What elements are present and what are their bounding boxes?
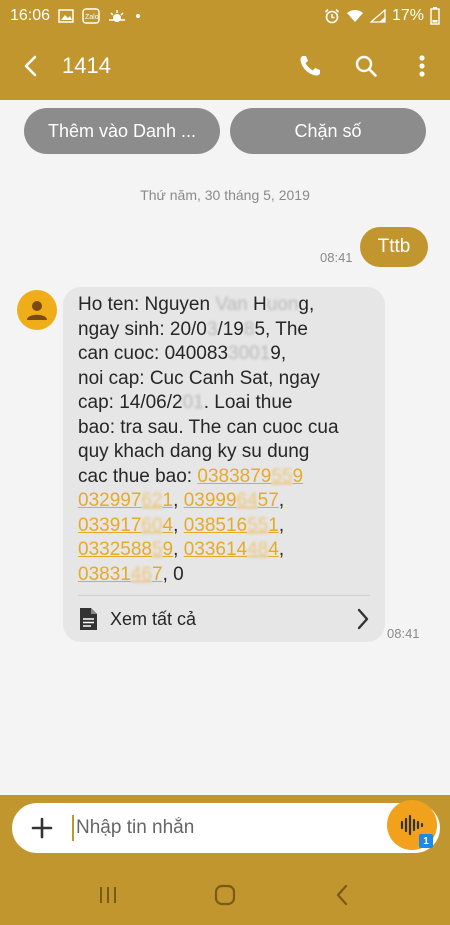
redacted-text: 3001 xyxy=(228,343,271,364)
text-part: can cuoc: 040083 xyxy=(78,343,229,364)
more-options-button[interactable] xyxy=(394,32,450,100)
see-all-label: Xem tất cả xyxy=(110,608,197,629)
status-time: 16:06 xyxy=(10,7,51,24)
status-bar: 16:06 Zalo 17% xyxy=(0,0,450,32)
search-icon xyxy=(355,55,377,77)
text-part: cac thue bao: xyxy=(78,465,198,487)
text-part: 5, The xyxy=(254,318,308,340)
phone-number-link[interactable]: 032997621 xyxy=(78,490,173,511)
document-icon xyxy=(80,608,97,630)
redacted-text: 01 xyxy=(182,392,204,413)
composer xyxy=(12,803,440,853)
redacted-text: 3 xyxy=(206,318,218,340)
text-part: H xyxy=(247,294,267,315)
chevron-right-icon xyxy=(357,608,369,630)
text-part: ngay sinh: 20/0 xyxy=(78,318,207,340)
incoming-message-text: Ho ten: Nguyen Van Huong, ngay sinh: 20/… xyxy=(78,294,339,585)
redacted-text: 8 xyxy=(243,318,255,340)
battery-percent: 17% xyxy=(391,7,424,24)
incoming-time: 08:41 xyxy=(387,626,420,641)
back-arrow-icon xyxy=(24,55,37,77)
signal-icon xyxy=(369,7,386,25)
text-part: /19 xyxy=(217,318,244,340)
outgoing-time: 08:41 xyxy=(320,250,353,265)
phone-number-link[interactable]: 033917604 xyxy=(78,515,173,536)
phone-number-link[interactable]: 0383879559 xyxy=(197,466,303,487)
text-part: , 0 xyxy=(162,563,184,585)
phone-number-link[interactable]: 038516551 xyxy=(184,515,279,536)
action-row: Thêm vào Danh ... Chặn số xyxy=(0,108,450,154)
redacted-text: Van xyxy=(215,294,248,315)
recent-apps-button[interactable] xyxy=(78,870,138,920)
attach-button[interactable] xyxy=(12,803,72,853)
recent-apps-icon xyxy=(100,887,117,903)
text-part: Ho ten: Nguyen xyxy=(78,294,216,315)
text-part: quy khach dang ky su dung xyxy=(78,441,310,462)
message-input[interactable] xyxy=(76,817,316,839)
block-number-button[interactable]: Chặn số xyxy=(230,108,426,154)
app-bar: 1414 xyxy=(0,32,450,100)
contact-avatar[interactable] xyxy=(17,290,57,330)
text-caret xyxy=(72,815,74,841)
navigation-bar xyxy=(0,865,450,925)
image-icon xyxy=(58,7,74,25)
phone-number-link[interactable]: 033258859 xyxy=(78,539,173,560)
dot-icon xyxy=(134,7,142,25)
wifi-icon xyxy=(346,7,364,25)
sim-badge: 1 xyxy=(419,834,433,848)
incoming-message[interactable]: Ho ten: Nguyen Van Huong, ngay sinh: 20/… xyxy=(63,287,385,642)
date-separator: Thứ năm, 30 tháng 5, 2019 xyxy=(140,187,310,203)
zalo-icon: Zalo xyxy=(82,7,100,25)
outgoing-message[interactable]: Tttb xyxy=(360,227,428,267)
phone-number-link[interactable]: 03831467 xyxy=(78,564,163,585)
person-icon xyxy=(27,301,47,320)
back-icon xyxy=(336,884,347,906)
back-button[interactable] xyxy=(0,32,62,100)
more-vert-icon xyxy=(419,55,425,77)
phone-number-link[interactable]: 039996457 xyxy=(184,490,279,511)
conversation-title: 1414 xyxy=(62,53,111,78)
phone-number-link[interactable]: 033614484 xyxy=(184,539,279,560)
add-contact-button[interactable]: Thêm vào Danh ... xyxy=(24,108,220,154)
divider xyxy=(78,595,370,596)
see-all-button[interactable]: Xem tất cả xyxy=(78,599,370,639)
weather-icon xyxy=(108,7,126,25)
phone-icon xyxy=(300,56,320,76)
alarm-icon xyxy=(324,7,340,25)
nav-back-button[interactable] xyxy=(312,870,372,920)
plus-icon xyxy=(31,817,53,839)
call-button[interactable] xyxy=(282,32,338,100)
battery-icon xyxy=(430,7,440,25)
text-part: cap: 14/06/2 xyxy=(78,392,183,413)
search-button[interactable] xyxy=(338,32,394,100)
home-icon xyxy=(214,884,236,906)
text-part: 9, xyxy=(270,343,287,364)
svg-text:Zalo: Zalo xyxy=(85,14,99,21)
home-button[interactable] xyxy=(195,870,255,920)
text-part: g, xyxy=(298,294,315,315)
redacted-text: uon xyxy=(266,294,299,315)
text-part: bao: tra sau. The can cuoc cua xyxy=(78,416,339,438)
text-part: . Loai thue xyxy=(203,392,293,413)
text-part: noi cap: Cuc Canh Sat, ngay xyxy=(78,367,320,389)
